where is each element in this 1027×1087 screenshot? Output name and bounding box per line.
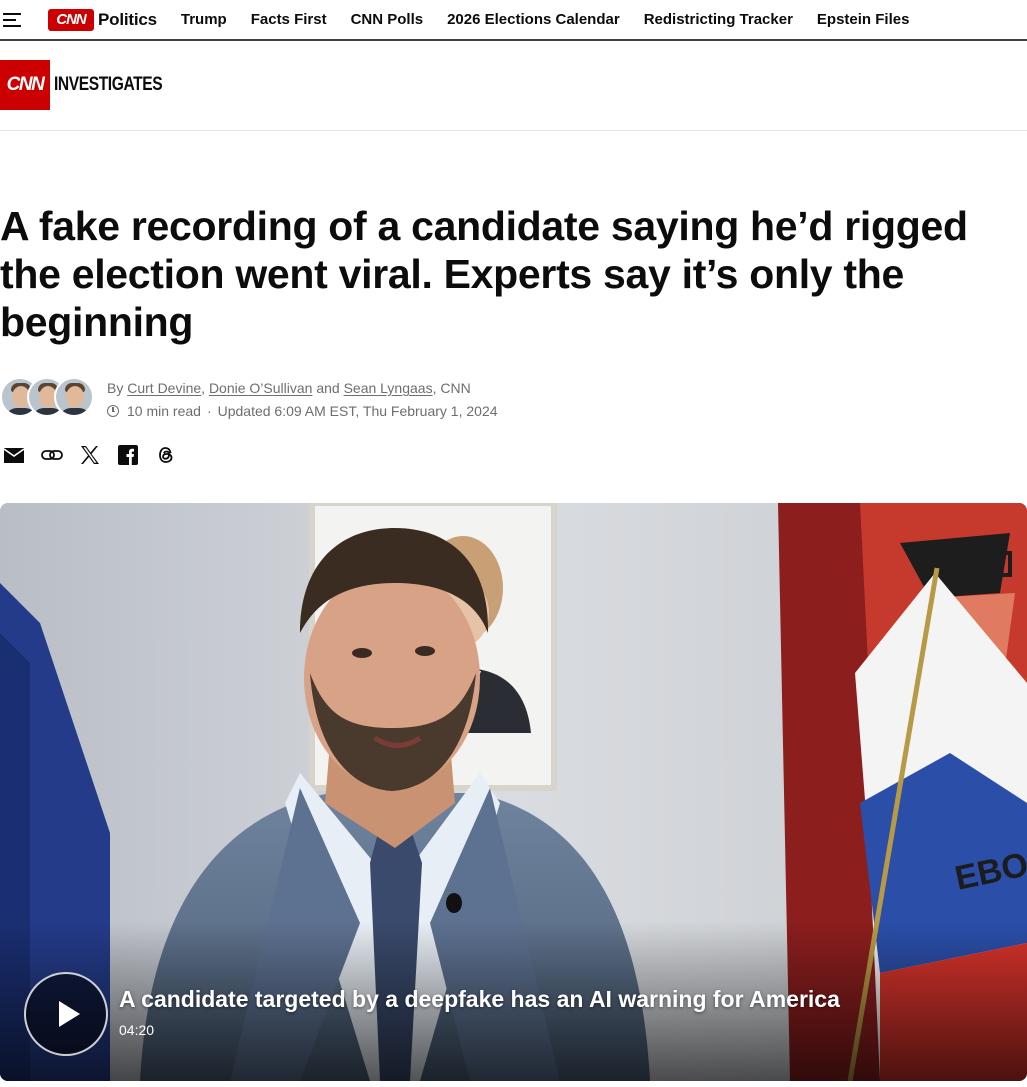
byline-suffix: , CNN	[432, 380, 471, 396]
cnn-logo-box: CNN	[0, 60, 50, 110]
video-player[interactable]: EBOJTE A candidate targeted by a deepfak…	[0, 503, 1027, 1081]
clock-icon	[107, 405, 119, 417]
threads-icon[interactable]	[154, 443, 178, 467]
nav-link-elections-calendar[interactable]: 2026 Elections Calendar	[447, 11, 620, 28]
cnn-investigates-logo[interactable]: CNN INVESTIGATES	[0, 60, 186, 110]
author-link[interactable]: Donie O’Sullivan	[209, 380, 313, 396]
byline-meta: 10 min read · Updated 6:09 AM EST, Thu F…	[107, 399, 498, 423]
byline-conjunction: and	[316, 380, 340, 396]
share-bar	[0, 443, 192, 467]
byline-text: By Curt Devine, Donie O’Sullivan and Sea…	[107, 377, 498, 423]
brand-politics[interactable]: CNN Politics	[48, 8, 157, 31]
email-icon[interactable]	[2, 443, 26, 467]
nav-links: Trump Facts First CNN Polls 2026 Electio…	[181, 11, 934, 28]
play-icon	[58, 1001, 80, 1027]
top-nav: CNN Politics Trump Facts First CNN Polls…	[0, 0, 1027, 41]
nav-link-redistricting-tracker[interactable]: Redistricting Tracker	[644, 11, 793, 28]
byline-prefix: By	[107, 380, 124, 396]
author-link[interactable]: Sean Lyngaas	[344, 380, 433, 396]
investigates-label: INVESTIGATES	[54, 74, 163, 95]
article-headline: A fake recording of a candidate saying h…	[0, 203, 968, 345]
section-title[interactable]: Politics	[98, 10, 157, 30]
author-avatars	[0, 377, 96, 419]
link-icon[interactable]	[40, 443, 64, 467]
byline: By Curt Devine, Donie O’Sullivan and Sea…	[0, 377, 498, 423]
x-icon[interactable]	[78, 443, 102, 467]
byline-authors: By Curt Devine, Donie O’Sullivan and Sea…	[107, 377, 498, 399]
byline-separator: ,	[201, 380, 206, 396]
avatar[interactable]	[54, 377, 94, 417]
cnn-logo[interactable]: CNN	[48, 8, 94, 31]
hamburger-menu-icon[interactable]	[3, 12, 21, 27]
meta-separator: ·	[206, 403, 212, 419]
read-time: 10 min read	[127, 403, 201, 419]
author-link[interactable]: Curt Devine	[127, 380, 201, 396]
video-title[interactable]: A candidate targeted by a deepfake has a…	[119, 985, 840, 1013]
facebook-icon[interactable]	[116, 443, 140, 467]
investigates-header: CNN INVESTIGATES	[0, 41, 1027, 131]
nav-link-facts-first[interactable]: Facts First	[251, 11, 327, 28]
video-duration: 04:20	[119, 1022, 155, 1038]
nav-link-epstein-files[interactable]: Epstein Files	[817, 11, 910, 28]
nav-link-trump[interactable]: Trump	[181, 11, 227, 28]
updated-timestamp: Updated 6:09 AM EST, Thu February 1, 202…	[217, 403, 498, 419]
play-button[interactable]	[24, 972, 108, 1056]
nav-link-cnn-polls[interactable]: CNN Polls	[351, 11, 424, 28]
